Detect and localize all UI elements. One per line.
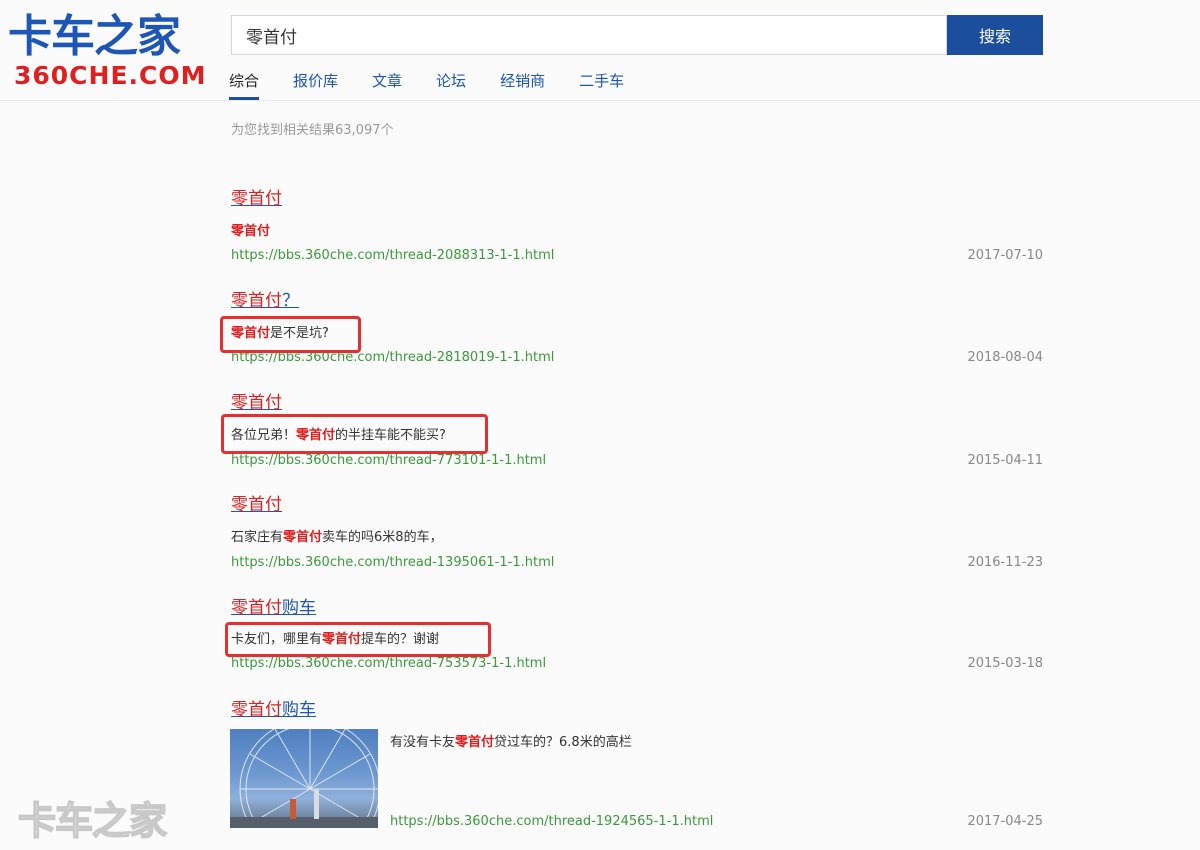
tab-all[interactable]: 综合 bbox=[229, 70, 260, 100]
ferris-wheel-illustration bbox=[230, 729, 378, 828]
title-rest: ？ bbox=[282, 291, 299, 311]
result-date: 2016-11-23 bbox=[967, 555, 1043, 570]
site-logo[interactable]: 卡车之家 360CHE.COM bbox=[8, 12, 213, 90]
title-highlight: 零首付 bbox=[231, 598, 282, 618]
result-thumbnail-image[interactable] bbox=[230, 729, 378, 828]
snippet-highlight: 零首付 bbox=[283, 530, 323, 545]
snippet-post: 卖车的吗6米8的车， bbox=[322, 530, 443, 545]
result-snippet: 石家庄有零首付卖车的吗6米8的车， bbox=[231, 529, 443, 547]
title-highlight: 零首付 bbox=[231, 189, 282, 209]
title-highlight: 零首付 bbox=[231, 495, 282, 515]
search-input[interactable] bbox=[232, 16, 946, 54]
result-title-link[interactable]: 零首付？ bbox=[231, 290, 1043, 312]
title-rest: 购车 bbox=[282, 598, 316, 618]
result-title-link[interactable]: 零首付购车 bbox=[231, 597, 1043, 619]
result-url[interactable]: https://bbs.360che.com/thread-753573-1-1… bbox=[231, 655, 546, 673]
search-results-page: 卡车之家 360CHE.COM 搜索 综合 报价库 文章 论坛 经销商 二手车 … bbox=[0, 0, 1200, 850]
result-count: 为您找到相关结果63,097个 bbox=[231, 123, 394, 138]
result-title-link[interactable]: 零首付购车 bbox=[231, 699, 1043, 721]
snippet-pre: 有没有卡友 bbox=[390, 735, 456, 750]
result-url[interactable]: https://bbs.360che.com/thread-1395061-1-… bbox=[231, 554, 554, 572]
search-result: 零首付 石家庄有零首付卖车的吗6米8的车， https://bbs.360che… bbox=[231, 494, 1043, 574]
annotation-box bbox=[220, 316, 361, 353]
title-highlight: 零首付 bbox=[231, 393, 282, 413]
annotation-box bbox=[225, 622, 491, 657]
result-title-link[interactable]: 零首付 bbox=[231, 188, 1043, 210]
result-date: 2017-07-10 bbox=[967, 248, 1043, 263]
search-tabs: 综合 报价库 文章 论坛 经销商 二手车 bbox=[229, 70, 658, 100]
snippet-highlight: 零首付 bbox=[455, 735, 495, 750]
result-snippet: 零首付 bbox=[231, 223, 270, 241]
search-result: 零首付 零首付 https://bbs.360che.com/thread-20… bbox=[231, 188, 1043, 268]
result-date: 2015-04-11 bbox=[967, 453, 1043, 468]
watermark-logo: 卡车之家 bbox=[17, 798, 168, 844]
result-title-link[interactable]: 零首付 bbox=[231, 392, 1043, 414]
result-date: 2018-08-04 bbox=[967, 350, 1043, 365]
tab-used-trucks[interactable]: 二手车 bbox=[579, 70, 624, 100]
header-divider bbox=[0, 100, 1200, 101]
annotation-box bbox=[221, 414, 488, 454]
snippet-pre: 石家庄有 bbox=[231, 530, 284, 545]
tab-articles[interactable]: 文章 bbox=[372, 70, 402, 100]
tab-dealers[interactable]: 经销商 bbox=[500, 70, 545, 100]
result-snippet: 有没有卡友零首付贷过车的？6.8米的高栏 bbox=[390, 734, 632, 752]
result-date: 2017-04-25 bbox=[967, 814, 1043, 829]
snippet-post: 贷过车的？6.8米的高栏 bbox=[494, 735, 632, 750]
result-date: 2015-03-18 bbox=[967, 656, 1043, 671]
title-highlight: 零首付 bbox=[231, 291, 282, 311]
result-url[interactable]: https://bbs.360che.com/thread-2088313-1-… bbox=[231, 247, 554, 265]
logo-cn-text: 卡车之家 bbox=[8, 11, 181, 62]
result-url[interactable]: https://bbs.360che.com/thread-1924565-1-… bbox=[390, 813, 713, 831]
search-button[interactable]: 搜索 bbox=[947, 15, 1043, 55]
title-highlight: 零首付 bbox=[231, 700, 282, 720]
search-box[interactable] bbox=[231, 15, 947, 55]
logo-domain-text: 360CHE.COM bbox=[14, 61, 207, 90]
title-rest: 购车 bbox=[282, 700, 316, 720]
tab-forum[interactable]: 论坛 bbox=[436, 70, 466, 100]
result-url[interactable]: https://bbs.360che.com/thread-773101-1-1… bbox=[231, 452, 546, 470]
snippet-highlight: 零首付 bbox=[231, 224, 271, 239]
result-title-link[interactable]: 零首付 bbox=[231, 494, 1043, 516]
tab-prices[interactable]: 报价库 bbox=[293, 70, 338, 100]
